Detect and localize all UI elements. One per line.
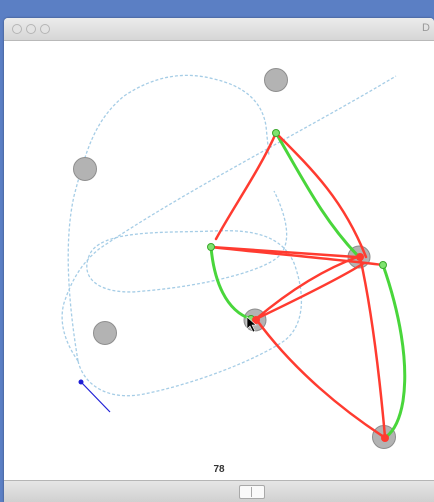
agent-marker	[78, 379, 84, 385]
minimize-button[interactable]	[26, 24, 36, 34]
simulation-canvas[interactable]	[4, 41, 434, 481]
title-bar: D	[4, 18, 434, 41]
edge-red	[274, 131, 368, 259]
green-edges	[209, 131, 407, 439]
edge-red	[254, 254, 362, 321]
edge-red	[214, 131, 278, 241]
obstacles	[73, 68, 396, 449]
graph-node[interactable]	[207, 243, 215, 251]
graph-node[interactable]	[272, 129, 280, 137]
graph-node-red[interactable]	[356, 253, 364, 261]
edge-red	[358, 255, 387, 439]
frame-counter: 78	[213, 464, 225, 475]
graph-node[interactable]	[379, 261, 387, 269]
obstacle[interactable]	[73, 157, 97, 181]
scrollbar-thumb[interactable]	[239, 485, 265, 499]
simulation-drawing	[61, 68, 407, 449]
trajectory-path	[61, 74, 397, 397]
obstacle[interactable]	[264, 68, 288, 92]
trajectory-segment	[77, 190, 303, 397]
graph-nodes	[207, 129, 389, 442]
window-title: D	[422, 22, 430, 34]
trajectory-segment	[67, 74, 270, 362]
obstacle[interactable]	[93, 321, 117, 345]
edge-green	[381, 263, 407, 439]
app-window: D 78	[4, 18, 434, 502]
edge-red	[254, 317, 386, 439]
zoom-button[interactable]	[40, 24, 50, 34]
red-edges	[209, 131, 387, 439]
graph-node-red[interactable]	[381, 434, 389, 442]
edge-green	[209, 245, 253, 321]
close-button[interactable]	[12, 24, 22, 34]
edge-red	[254, 261, 366, 321]
edge-green	[274, 131, 361, 259]
horizontal-scrollbar[interactable]	[4, 480, 434, 502]
